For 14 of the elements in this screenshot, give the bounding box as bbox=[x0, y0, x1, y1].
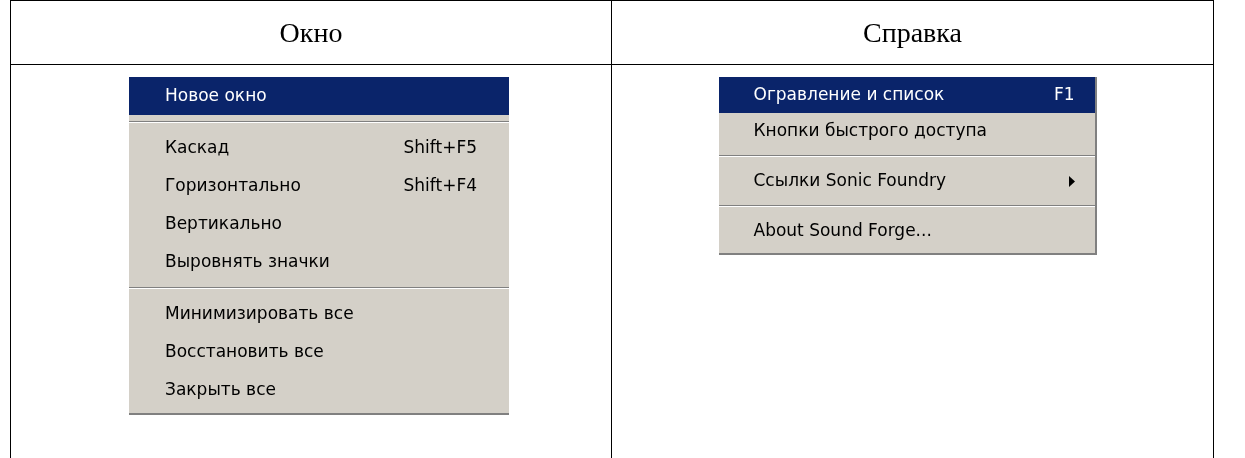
menu-item[interactable]: Минимизировать все bbox=[129, 295, 509, 333]
menu-item[interactable]: Кнопки быстрого доступа bbox=[718, 113, 1095, 149]
menu-item[interactable]: Огравление и список F1 bbox=[718, 77, 1095, 113]
menu-item[interactable]: Новое окно bbox=[129, 77, 509, 115]
menu-item[interactable]: Ссылки Sonic Foundry bbox=[718, 163, 1095, 199]
menu-item[interactable]: Горизонтально Shift+F4 bbox=[129, 167, 509, 205]
column-heading: Окно bbox=[279, 15, 343, 50]
column-heading: Справка bbox=[863, 15, 962, 50]
menu-item[interactable]: Вертикально bbox=[129, 205, 509, 243]
menu-item[interactable]: About Sound Forge... bbox=[718, 213, 1095, 249]
menu-item[interactable]: Выровнять значки bbox=[129, 243, 509, 281]
menu-item[interactable]: Восстановить все bbox=[129, 333, 509, 371]
menu-item[interactable]: Каскад Shift+F5 bbox=[129, 129, 509, 167]
menu-item[interactable]: Закрыть все bbox=[129, 371, 509, 409]
